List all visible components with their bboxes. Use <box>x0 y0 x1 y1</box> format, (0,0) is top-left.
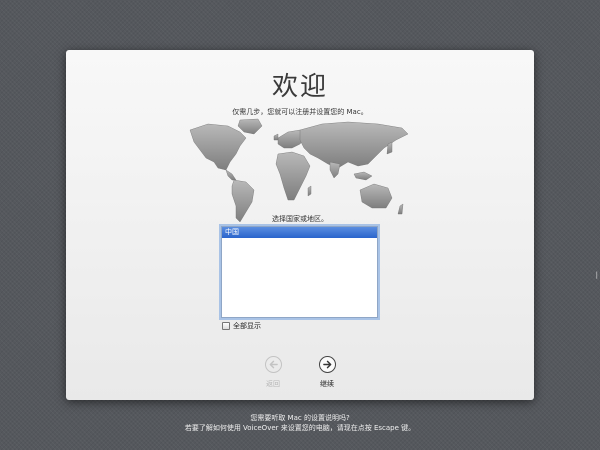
list-item[interactable]: 中国 <box>222 227 377 238</box>
show-all-label: 全部显示 <box>233 322 261 330</box>
arrow-left-icon <box>264 356 282 373</box>
back-label: 返回 <box>266 380 280 388</box>
region-prompt: 选择国家或地区。 <box>272 215 328 223</box>
country-listbox[interactable]: 中国 <box>221 226 378 318</box>
welcome-title: 欢迎 <box>271 72 328 102</box>
show-all-option[interactable]: 全部显示 <box>222 321 261 331</box>
arrow-right-icon <box>318 356 336 373</box>
voiceover-question: 您需要听取 Mac 的设置说明吗? <box>250 414 350 422</box>
show-all-checkbox[interactable] <box>222 322 230 330</box>
back-button[interactable]: 返回 <box>253 356 293 389</box>
continue-label: 继续 <box>320 380 334 388</box>
setup-assistant-panel: 欢迎 仅需几步，您就可以注册并设置您的 Mac。 选择国家或地区。 中国 全部显… <box>66 50 534 400</box>
edge-mark: | <box>595 271 598 279</box>
continue-button[interactable]: 继续 <box>307 356 347 389</box>
voiceover-instructions: 若要了解如何使用 VoiceOver 来设置您的电脑，请现在点按 Escape … <box>184 424 416 432</box>
welcome-subtitle: 仅需几步，您就可以注册并设置您的 Mac。 <box>232 108 368 116</box>
world-map-icon <box>189 118 409 223</box>
